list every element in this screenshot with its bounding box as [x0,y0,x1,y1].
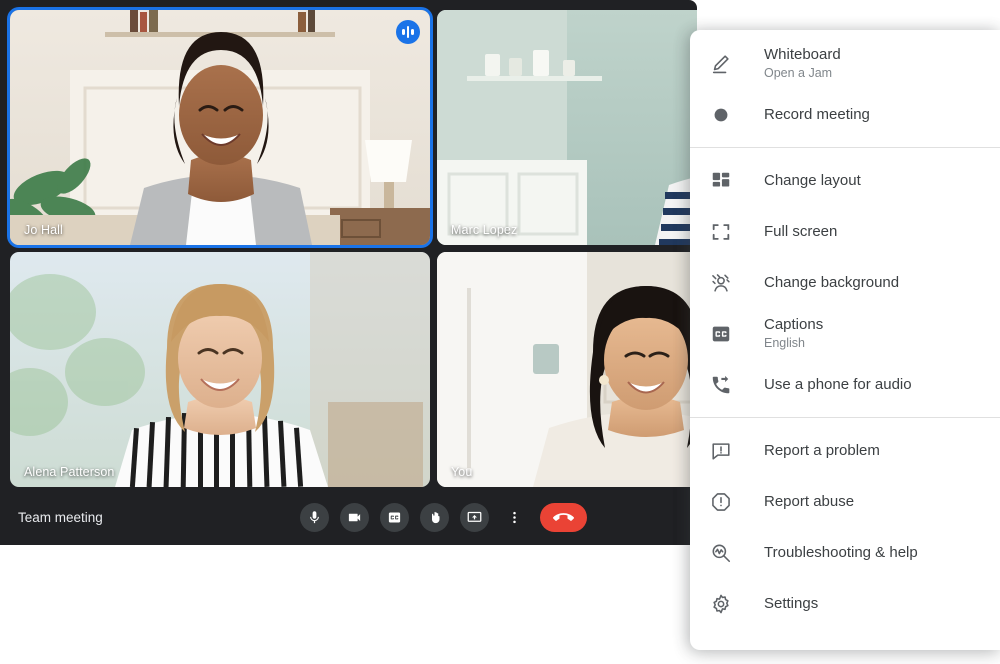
menu-item-label: Full screen [764,223,838,240]
menu-item-label: Record meeting [764,106,870,123]
raise-hand-button[interactable] [420,502,449,532]
closed-caption-icon [706,323,736,345]
participant-video-marc-lopez [437,10,697,245]
participant-video-you [437,252,697,487]
menu-item-sublabel: English [764,336,805,350]
menu-item-settings[interactable]: Settings [690,578,1000,629]
menu-item-change-background[interactable]: Change background [690,257,1000,308]
record-circle-icon [706,104,736,126]
meeting-bottom-bar: Team meeting [0,489,697,545]
video-tile-jo-hall[interactable]: Jo Hall [10,10,430,245]
video-tile-marc-lopez[interactable]: Marc Lopez [437,10,697,245]
menu-item-captions[interactable]: Captions English [690,308,1000,359]
leave-call-button[interactable] [540,502,587,532]
video-tile-you[interactable]: You [437,252,697,487]
camera-button[interactable] [340,502,369,532]
change-background-icon [706,272,736,294]
menu-divider [690,417,1000,418]
more-options-menu: Whiteboard Open a Jam Record meeting Cha… [690,30,1000,650]
menu-item-label: Troubleshooting & help [764,544,918,561]
speaking-indicator-icon [396,20,420,44]
phone-forward-icon [706,374,736,396]
microphone-button[interactable] [300,502,329,532]
menu-item-label: Change layout [764,172,861,189]
more-options-button[interactable] [500,503,529,532]
present-now-button[interactable] [460,502,489,532]
menu-item-full-screen[interactable]: Full screen [690,206,1000,257]
tile-name-label: Jo Hall [24,223,63,237]
meeting-title: Team meeting [18,509,103,525]
menu-item-label: Whiteboard [764,46,841,63]
troubleshoot-icon [706,542,736,564]
participant-video-jo-hall [10,10,430,245]
menu-item-troubleshooting-help[interactable]: Troubleshooting & help [690,527,1000,578]
menu-divider [690,147,1000,148]
feedback-icon [706,440,736,462]
meeting-controls [300,489,587,545]
menu-item-sublabel: Open a Jam [764,66,833,80]
menu-item-report-a-problem[interactable]: Report a problem [690,425,1000,476]
tile-name-label: Alena Patterson [24,465,115,479]
gear-icon [706,593,736,615]
menu-item-change-layout[interactable]: Change layout [690,155,1000,206]
menu-item-label: Settings [764,595,819,612]
captions-button[interactable] [380,502,409,532]
report-abuse-icon [706,491,736,513]
pen-underline-icon [706,53,736,75]
fullscreen-icon [706,221,736,243]
menu-item-use-phone-for-audio[interactable]: Use a phone for audio [690,359,1000,410]
tile-name-label: You [451,465,473,479]
participant-video-alena-patterson [10,252,430,487]
menu-item-whiteboard[interactable]: Whiteboard Open a Jam [690,38,1000,89]
video-tile-grid: Jo Hall Marc Lopez Alena Patterson You [0,0,697,489]
menu-item-report-abuse[interactable]: Report abuse [690,476,1000,527]
menu-item-label: Captions [764,316,824,333]
menu-item-label: Change background [764,274,900,291]
video-tile-alena-patterson[interactable]: Alena Patterson [10,252,430,487]
menu-item-label: Use a phone for audio [764,376,912,393]
tile-name-label: Marc Lopez [451,223,518,237]
menu-item-record-meeting[interactable]: Record meeting [690,89,1000,140]
layout-grid-icon [706,170,736,192]
menu-item-label: Report abuse [764,493,855,510]
meet-app-window: Jo Hall Marc Lopez Alena Patterson You T… [0,0,697,545]
menu-item-label: Report a problem [764,442,880,459]
